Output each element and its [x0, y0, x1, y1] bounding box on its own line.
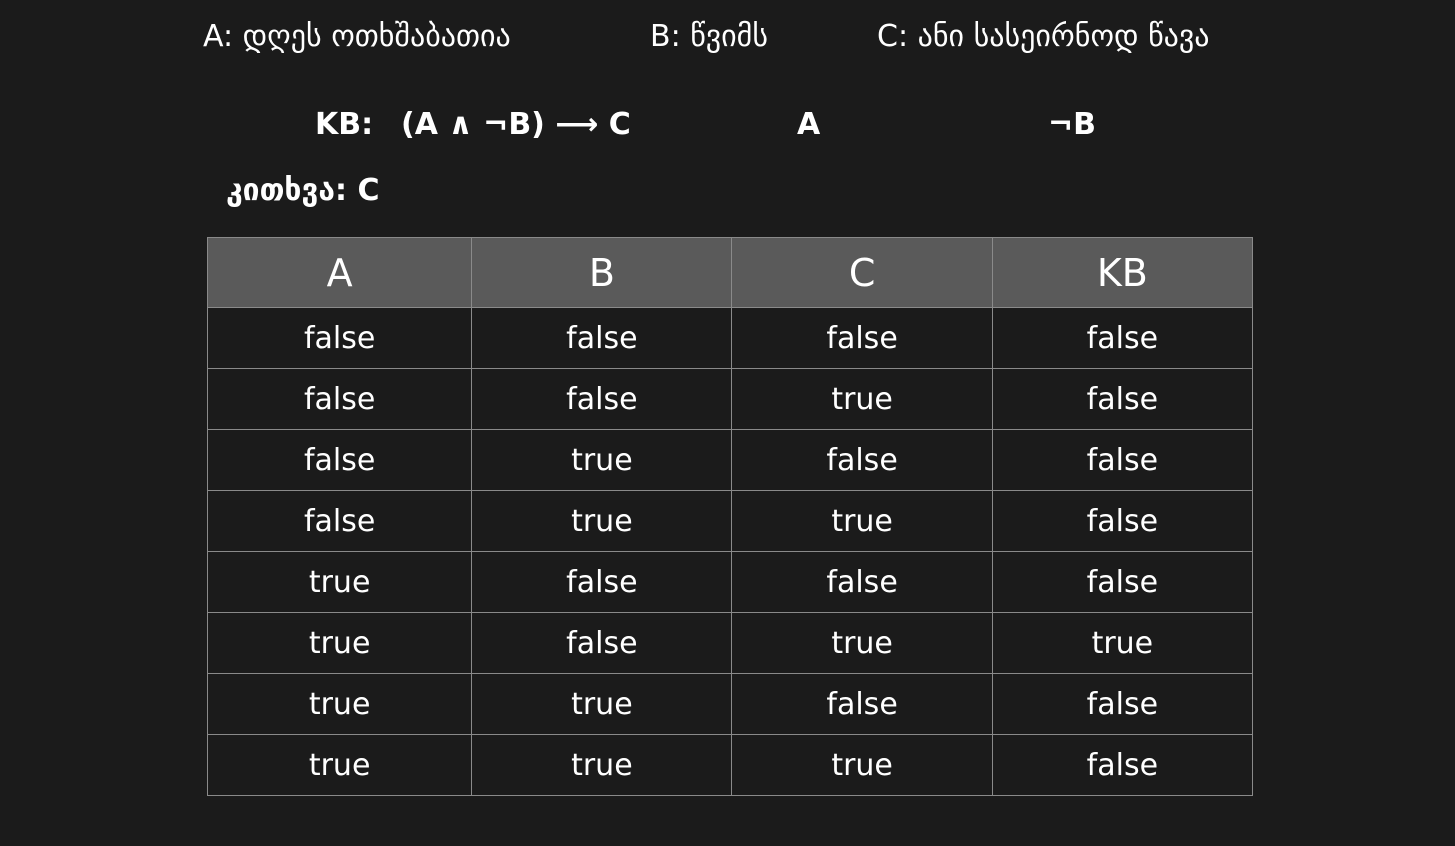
cell-kb: false — [991, 307, 1254, 369]
kb-fact-a: A — [797, 107, 821, 142]
cell-a: false — [206, 490, 473, 552]
cell-c: false — [731, 429, 993, 491]
kb-fact-not-b: ¬B — [1048, 107, 1097, 142]
proposition-c: C: ანი სასეირნოდ წავა — [877, 19, 1210, 54]
cell-c: true — [731, 490, 993, 552]
cell-kb: true — [991, 612, 1254, 674]
cell-kb: false — [991, 368, 1254, 430]
cell-kb: false — [991, 734, 1254, 796]
cell-a: false — [206, 429, 473, 491]
table-row: true true true false — [206, 734, 1254, 796]
kb-formula: (A ∧ ¬B) ⟶ C — [401, 107, 631, 142]
cell-b: true — [471, 734, 733, 796]
query: კითხვა: C — [226, 173, 380, 208]
header-b: B — [471, 237, 733, 308]
table-row: false true false false — [206, 429, 1254, 491]
cell-b: true — [471, 490, 733, 552]
table-row: false true true false — [206, 490, 1254, 552]
cell-kb: false — [991, 429, 1254, 491]
header-a: A — [206, 237, 473, 308]
cell-b: true — [471, 429, 733, 491]
kb-label: KB: — [315, 107, 374, 142]
cell-a: true — [206, 612, 473, 674]
cell-c: true — [731, 368, 993, 430]
cell-kb: false — [991, 673, 1254, 735]
cell-c: false — [731, 673, 993, 735]
cell-kb: false — [991, 551, 1254, 613]
cell-c: true — [731, 734, 993, 796]
table-header-row: A B C KB — [206, 237, 1254, 308]
header-c: C — [731, 237, 993, 308]
truth-table: A B C KB false false false false false f… — [206, 237, 1254, 796]
cell-a: false — [206, 307, 473, 369]
cell-b: true — [471, 673, 733, 735]
cell-a: false — [206, 368, 473, 430]
cell-a: true — [206, 734, 473, 796]
proposition-b: B: წვიმს — [650, 19, 769, 54]
table-row: true false false false — [206, 551, 1254, 613]
cell-c: true — [731, 612, 993, 674]
cell-b: false — [471, 368, 733, 430]
table-row: true false true true — [206, 612, 1254, 674]
cell-kb: false — [991, 490, 1254, 552]
cell-b: false — [471, 612, 733, 674]
cell-a: true — [206, 551, 473, 613]
header-kb: KB — [991, 237, 1254, 308]
table-row: false false false false — [206, 307, 1254, 369]
cell-c: false — [731, 307, 993, 369]
cell-b: false — [471, 551, 733, 613]
table-row: false false true false — [206, 368, 1254, 430]
cell-b: false — [471, 307, 733, 369]
table-row: true true false false — [206, 673, 1254, 735]
proposition-a: A: დღეს ოთხშაბათია — [203, 19, 511, 54]
cell-c: false — [731, 551, 993, 613]
cell-a: true — [206, 673, 473, 735]
